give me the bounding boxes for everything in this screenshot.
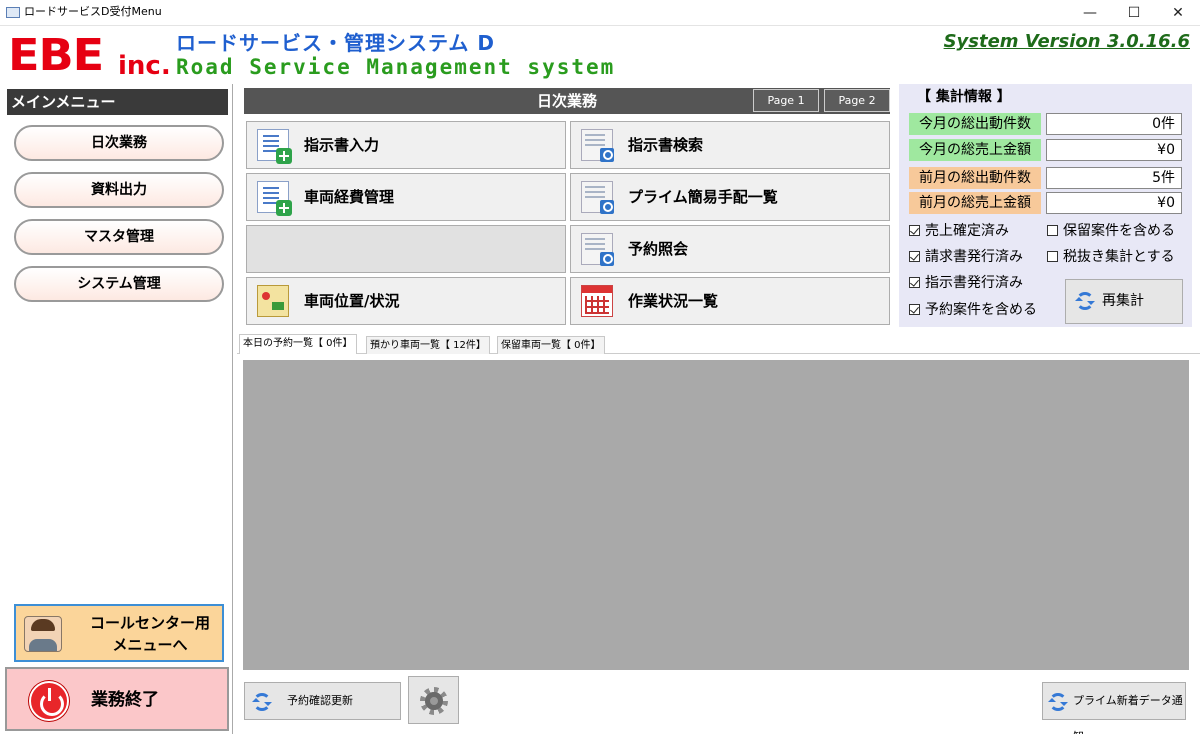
power-icon	[29, 681, 69, 721]
reservation-inquiry-button[interactable]: 予約照会	[570, 225, 890, 273]
app-icon	[6, 7, 20, 18]
sidebar-heading: メインメニュー	[7, 89, 228, 115]
summary-value: 0件	[1046, 113, 1182, 135]
callcenter-label-1: コールセンター用	[89, 614, 210, 632]
prime-list-button[interactable]: プライム簡易手配一覧	[570, 173, 890, 221]
work-status-button[interactable]: 作業状況一覧	[570, 277, 890, 325]
app-name-jp: ロードサービス・管理システム D	[176, 31, 495, 55]
title-bar: ロードサービスD受付Menu — ☐ ✕	[0, 0, 1200, 26]
app-header: EBE inc. ロードサービス・管理システム D Road Service M…	[0, 27, 1200, 83]
sidebar-item-daily[interactable]: 日次業務	[14, 125, 224, 161]
invoice-issued-checkbox[interactable]: 請求書発行済み	[909, 248, 1023, 266]
exit-button[interactable]: 業務終了	[5, 667, 229, 731]
system-version: System Version 3.0.16.6	[943, 31, 1190, 52]
list-tabs: 本日の予約一覧【 0件】 預かり車両一覧【 12件】 保留車両一覧【 0件】	[237, 334, 1200, 354]
app-name-en: Road Service Management system	[176, 55, 616, 79]
settings-button[interactable]	[408, 676, 459, 724]
summary-panel: 【 集計情報 】 今月の総出動件数 0件 今月の総売上金額 ¥0 前月の総出動件…	[899, 84, 1192, 327]
summary-value: ¥0	[1046, 139, 1182, 161]
tab-stored-vehicles[interactable]: 預かり車両一覧【 12件】	[366, 336, 490, 354]
sidebar-item-reports[interactable]: 資料出力	[14, 172, 224, 208]
include-hold-checkbox[interactable]: 保留案件を含める	[1047, 222, 1175, 240]
summary-value: ¥0	[1046, 192, 1182, 214]
refresh-icon	[252, 693, 272, 711]
summary-label: 今月の総売上金額	[909, 139, 1041, 161]
close-button[interactable]: ✕	[1156, 0, 1200, 26]
document-search-icon	[581, 233, 614, 266]
refresh-icon	[1075, 292, 1095, 310]
order-search-button[interactable]: 指示書検索	[570, 121, 890, 169]
page2-button[interactable]: Page 2	[824, 89, 890, 112]
operator-icon	[24, 616, 62, 652]
summary-label: 今月の総出動件数	[909, 113, 1041, 135]
callcenter-label-2: メニューへ	[112, 636, 188, 654]
prime-notice-button[interactable]: プライム新着データ通知	[1042, 682, 1186, 734]
document-add-icon	[257, 181, 292, 216]
minimize-button[interactable]: —	[1068, 0, 1112, 26]
summary-title: 【 集計情報 】	[917, 89, 1011, 105]
vehicle-position-button[interactable]: 車両位置/状況	[246, 277, 566, 325]
sidebar-item-master[interactable]: マスタ管理	[14, 219, 224, 255]
document-search-icon	[581, 181, 614, 214]
window-title: ロードサービスD受付Menu	[24, 5, 162, 18]
daily-panel-header: 日次業務 Page 1 Page 2	[244, 88, 890, 114]
maximize-button[interactable]: ☐	[1112, 0, 1156, 26]
page1-button[interactable]: Page 1	[753, 89, 819, 112]
order-issued-checkbox[interactable]: 指示書発行済み	[909, 274, 1023, 292]
empty-slot	[246, 225, 566, 273]
summary-label: 前月の総売上金額	[909, 192, 1041, 214]
tab-today-reservations[interactable]: 本日の予約一覧【 0件】	[239, 334, 357, 354]
recalculate-button[interactable]: 再集計	[1065, 279, 1183, 324]
calendar-icon	[581, 285, 613, 317]
document-search-icon	[581, 129, 614, 162]
gear-icon	[420, 687, 448, 715]
refresh-icon	[1048, 693, 1068, 711]
order-entry-button[interactable]: 指示書入力	[246, 121, 566, 169]
map-icon	[257, 285, 289, 317]
callcenter-menu-button[interactable]: コールセンター用 メニューへ	[14, 604, 224, 662]
list-grid[interactable]	[243, 360, 1189, 670]
sidebar-item-system[interactable]: システム管理	[14, 266, 224, 302]
tax-excluded-checkbox[interactable]: 税抜き集計とする	[1047, 248, 1175, 266]
document-add-icon	[257, 129, 292, 164]
include-reservation-checkbox[interactable]: 予約案件を含める	[909, 301, 1037, 319]
refresh-reservations-button[interactable]: 予約確認更新	[244, 682, 401, 720]
logo-ebe: EBE	[8, 30, 104, 81]
exit-label: 業務終了	[91, 690, 159, 710]
summary-value: 5件	[1046, 167, 1182, 189]
sidebar: メインメニュー 日次業務 資料出力 マスタ管理 システム管理 コールセンター用 …	[0, 84, 233, 734]
logo-inc: inc.	[118, 51, 171, 81]
tab-hold-vehicles[interactable]: 保留車両一覧【 0件】	[497, 336, 605, 354]
sales-confirmed-checkbox[interactable]: 売上確定済み	[909, 222, 1009, 240]
vehicle-cost-button[interactable]: 車両経費管理	[246, 173, 566, 221]
summary-label: 前月の総出動件数	[909, 167, 1041, 189]
